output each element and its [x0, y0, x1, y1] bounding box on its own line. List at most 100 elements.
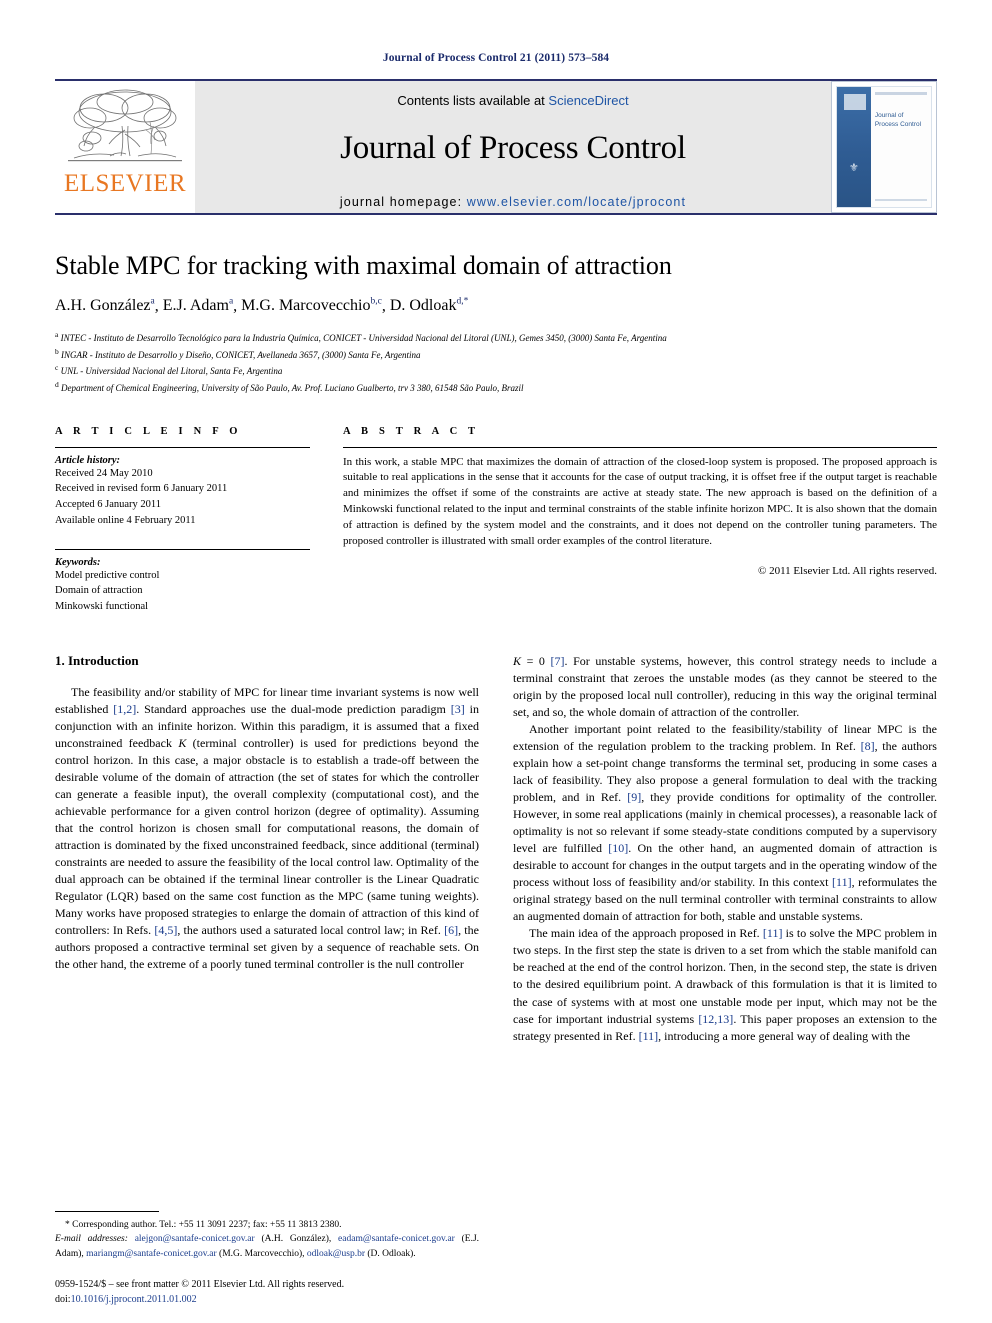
author-affil-marker: b,c [370, 297, 382, 307]
keyword-item: Model predictive control [55, 569, 160, 581]
corresponding-author-note: * Corresponding author. Tel.: +55 11 309… [55, 1218, 479, 1261]
section-heading-introduction: 1. Introduction [55, 652, 139, 668]
article-history-list: Received 24 May 2010 Received in revised… [55, 466, 310, 529]
doi-label: doi: [55, 1294, 71, 1305]
email-link[interactable]: odloak@usp.br [307, 1249, 365, 1259]
keyword-item: Domain of attraction [55, 585, 143, 597]
homepage-url-link[interactable]: www.elsevier.com/locate/jprocont [467, 195, 686, 209]
author: E.J. Adama [163, 297, 233, 314]
sciencedirect-link[interactable]: ScienceDirect [548, 93, 628, 108]
affiliation-text: Department of Chemical Engineering, Univ… [61, 383, 524, 394]
masthead-center: Contents lists available at ScienceDirec… [195, 81, 831, 213]
journal-masthead: ELSEVIER Contents lists available at Sci… [55, 79, 937, 213]
cover-title-line2: Process Control [874, 121, 922, 129]
email-link[interactable]: alejgon@santafe-conicet.gov.ar [135, 1234, 255, 1244]
author-name: M.G. Marcovecchio [241, 297, 371, 315]
doi-link[interactable]: 10.1016/j.jprocont.2011.01.002 [71, 1294, 197, 1305]
contents-available-line: Contents lists available at ScienceDirec… [397, 93, 628, 108]
citation-ref[interactable]: [10] [608, 841, 628, 855]
divider [55, 548, 310, 550]
keyword-item: Minkowski functional [55, 601, 149, 613]
elsevier-wordmark: ELSEVIER [63, 170, 187, 197]
citation-ref[interactable]: [6] [444, 923, 458, 937]
email-link[interactable]: eadam@santafe-conicet.gov.ar [338, 1234, 455, 1244]
citation-ref[interactable]: [4,5] [154, 923, 177, 937]
article-history-label: Article history: [55, 454, 121, 466]
keywords-label: Keywords: [55, 556, 101, 568]
journal-homepage-line: journal homepage: www.elsevier.com/locat… [340, 195, 686, 209]
issn-frontmatter-line: 0959-1524/$ – see front matter © 2011 El… [55, 1279, 345, 1290]
cover-badge-icon [844, 94, 866, 110]
text-run: , introducing a more general way of deal… [658, 1028, 911, 1043]
affiliation-item: c UNL - Universidad Nacional del Litoral… [55, 362, 937, 379]
citation-ref[interactable]: [11] [832, 875, 852, 889]
history-item: Available online 4 February 2011 [55, 514, 196, 526]
email-addresses-label: E-mail addresses: [55, 1234, 128, 1245]
affiliation-marker: d [55, 380, 59, 390]
email-link[interactable]: mariangm@santafe-conicet.gov.ar [86, 1249, 217, 1259]
paragraph: K = 0 [7]. For unstable systems, however… [513, 653, 937, 721]
paragraph: The feasibility and/or stability of MPC … [55, 684, 479, 974]
text-run: (terminal controller) is used for predic… [55, 735, 479, 938]
cover-bottom-rule [874, 199, 927, 201]
paper-page: Journal of Process Control 21 (2011) 573… [0, 0, 992, 1323]
affiliation-text: INTEC - Instituto de Desarrollo Tecnológ… [60, 333, 667, 344]
author: D. Odloakd,* [390, 297, 469, 314]
article-info-heading: A R T I C L E I N F O [55, 425, 242, 437]
cover-top-rule [874, 92, 927, 95]
author: A.H. Gonzáleza [55, 297, 155, 314]
paragraph: Another important point related to the f… [513, 721, 937, 925]
corresponding-author-line: * Corresponding author. Tel.: +55 11 309… [65, 1219, 342, 1230]
journal-title: Journal of Process Control [340, 130, 686, 166]
citation-ref[interactable]: [8] [861, 739, 875, 753]
text-run: . For unstable systems, however, this co… [513, 653, 937, 719]
divider [343, 446, 937, 448]
citation-ref[interactable]: [7] [551, 654, 565, 668]
email-owner: (M.G. Marcovecchio), [219, 1248, 305, 1259]
title-block: Stable MPC for tracking with maximal dom… [55, 251, 937, 396]
author-affil-marker: a [228, 297, 234, 307]
citation-ref[interactable]: [12,13] [698, 1012, 733, 1026]
author-name: D. Odloak [389, 297, 457, 315]
math-variable: K [513, 653, 522, 668]
affiliation-marker: b [55, 346, 59, 356]
author-affil-marker: d,* [456, 297, 469, 307]
cover-ifac-icon: ⚜ [848, 161, 859, 174]
history-item: Received 24 May 2010 [55, 467, 153, 479]
footnote-divider [55, 1210, 159, 1212]
citation-ref[interactable]: [1,2] [113, 702, 136, 716]
affiliation-item: d Department of Chemical Engineering, Un… [55, 379, 937, 396]
cover-right-panel: Journal of Process Control [870, 87, 931, 207]
affiliation-item: a INTEC - Instituto de Desarrollo Tecnol… [55, 329, 937, 346]
citation-ref[interactable]: [11] [639, 1029, 659, 1043]
affiliation-marker: c [55, 363, 59, 373]
history-item: Received in revised form 6 January 2011 [55, 483, 228, 495]
copyright-line: © 2011 Elsevier Ltd. All rights reserved… [757, 564, 937, 577]
imprint-block: 0959-1524/$ – see front matter © 2011 El… [55, 1277, 479, 1307]
text-run: = 0 [521, 653, 551, 668]
author-list: A.H. Gonzáleza, E.J. Adama, M.G. Marcove… [55, 297, 469, 315]
author-affil-marker: a [150, 297, 155, 307]
abstract-column: A B S T R A C T In this work, a stable M… [343, 426, 937, 615]
author-name: E.J. Adam [162, 297, 229, 315]
body-column-right: K = 0 [7]. For unstable systems, however… [513, 653, 937, 1045]
body-column-left: 1. Introduction The feasibility and/or s… [55, 653, 479, 1045]
masthead-bottom-rule [55, 213, 937, 215]
body-columns: 1. Introduction The feasibility and/or s… [55, 653, 937, 1045]
abstract-heading: A B S T R A C T [343, 425, 480, 437]
cover-title-line1: Journal of [874, 112, 904, 119]
elsevier-logo: ELSEVIER [55, 81, 195, 213]
divider [55, 446, 310, 448]
elsevier-tree-icon [68, 89, 182, 162]
citation-ref[interactable]: [3] [451, 702, 465, 716]
text-run: . Standard approaches use the dual-mode … [136, 701, 451, 716]
affiliation-text: UNL - Universidad Nacional del Litoral, … [60, 366, 283, 377]
footnote-block: * Corresponding author. Tel.: +55 11 309… [55, 1210, 479, 1261]
info-abstract-row: A R T I C L E I N F O Article history: R… [55, 426, 937, 615]
text-run: The main idea of the approach proposed i… [529, 926, 763, 941]
article-info-column: A R T I C L E I N F O Article history: R… [55, 426, 310, 615]
citation-ref[interactable]: [9] [627, 790, 641, 804]
citation-ref[interactable]: [11] [763, 926, 783, 940]
contents-prefix: Contents lists available at [397, 93, 549, 108]
